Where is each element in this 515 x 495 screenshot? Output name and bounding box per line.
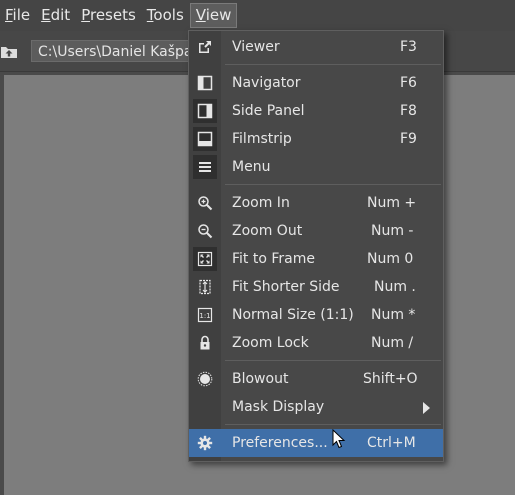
mouse-cursor-icon [332, 429, 346, 449]
view-menu-dropdown: Viewer F3 Navigator F6 Side Panel F8 Fil… [188, 30, 444, 462]
menu-item-label: Blowout [232, 371, 289, 387]
menu-item-label: Side Panel [232, 103, 305, 119]
navigator-panel-icon [193, 71, 217, 95]
menu-item-fit-to-frame[interactable]: Fit to Frame Num 0 [189, 245, 443, 273]
menu-item-label: Fit Shorter Side [232, 279, 340, 295]
menu-separator [225, 424, 441, 425]
menu-tools-rest: ools [153, 6, 184, 24]
filmstrip-icon [193, 127, 217, 151]
menu-item-label: Preferences... [232, 435, 328, 451]
menu-item-blowout[interactable]: Blowout Shift+O [189, 365, 443, 393]
menu-item-label: Menu [232, 159, 271, 175]
menu-item-label: Fit to Frame [232, 251, 315, 267]
menu-separator [225, 360, 441, 361]
open-external-icon [193, 35, 217, 59]
hamburger-menu-icon [193, 155, 217, 179]
menu-item-fit-shorter-side[interactable]: Fit Shorter Side Num . [189, 273, 443, 301]
menu-item-label: Zoom Out [232, 223, 303, 239]
menu-item-label: Filmstrip [232, 131, 292, 147]
menu-item-shortcut: F8 [400, 103, 417, 119]
menu-item-shortcut: Num - [371, 223, 414, 239]
menu-item-shortcut: Num + [367, 195, 417, 211]
menu-presets-rest: resets [89, 6, 136, 24]
menu-tools[interactable]: Tools [142, 3, 189, 28]
menu-item-zoom-out[interactable]: Zoom Out Num - [189, 217, 443, 245]
menu-item-filmstrip[interactable]: Filmstrip F9 [189, 125, 443, 153]
menu-file-rest: ile [12, 6, 31, 24]
zoom-out-icon [193, 219, 217, 243]
menu-edit-rest: dit [50, 6, 71, 24]
menu-item-zoom-lock[interactable]: Zoom Lock Num / [189, 329, 443, 357]
menu-item-label: Zoom Lock [232, 335, 309, 351]
menu-item-label: Mask Display [232, 399, 325, 415]
menu-item-menu[interactable]: Menu [189, 153, 443, 181]
zoom-in-icon [193, 191, 217, 215]
menu-item-zoom-in[interactable]: Zoom In Num + [189, 189, 443, 217]
menu-bar: File Edit Presets Tools View [0, 0, 515, 31]
menu-item-shortcut: Num * [371, 307, 416, 323]
menu-view-rest: iew [205, 6, 232, 24]
gear-icon [193, 431, 217, 455]
lock-icon [193, 331, 217, 355]
menu-item-viewer[interactable]: Viewer F3 [189, 33, 443, 61]
folder-up-icon[interactable] [0, 41, 18, 59]
fit-to-frame-icon [193, 247, 217, 271]
menu-item-shortcut: F3 [400, 39, 417, 55]
side-panel-icon [193, 99, 217, 123]
submenu-arrow-icon [423, 402, 430, 414]
menu-separator [225, 64, 441, 65]
menu-edit[interactable]: Edit [36, 3, 75, 28]
menu-view[interactable]: View [189, 3, 238, 28]
menu-separator [225, 184, 441, 185]
menu-presets[interactable]: Presets [76, 3, 141, 28]
menu-file[interactable]: File [0, 3, 35, 28]
menu-item-shortcut: Num 0 [367, 251, 414, 267]
menu-item-navigator[interactable]: Navigator F6 [189, 69, 443, 97]
menu-item-shortcut: Shift+O [363, 371, 418, 387]
menu-item-mask-display[interactable]: Mask Display [189, 393, 443, 421]
one-to-one-icon: 1:1 [193, 303, 217, 327]
menu-item-shortcut: F6 [400, 75, 417, 91]
menu-item-shortcut: Num / [371, 335, 414, 351]
menu-item-label: Navigator [232, 75, 301, 91]
menu-item-label: Viewer [232, 39, 280, 55]
menu-item-shortcut: Ctrl+M [367, 435, 416, 451]
svg-text:1:1: 1:1 [199, 312, 210, 320]
blowout-icon [193, 367, 217, 391]
menu-item-side-panel[interactable]: Side Panel F8 [189, 97, 443, 125]
menu-item-label: Zoom In [232, 195, 290, 211]
menu-item-normal-size[interactable]: 1:1 Normal Size (1:1) Num * [189, 301, 443, 329]
menu-item-shortcut: Num . [374, 279, 416, 295]
menu-item-preferences[interactable]: Preferences... Ctrl+M [189, 429, 443, 457]
menu-item-shortcut: F9 [400, 131, 417, 147]
menu-item-label: Normal Size (1:1) [232, 307, 354, 323]
fit-shorter-side-icon [193, 275, 217, 299]
